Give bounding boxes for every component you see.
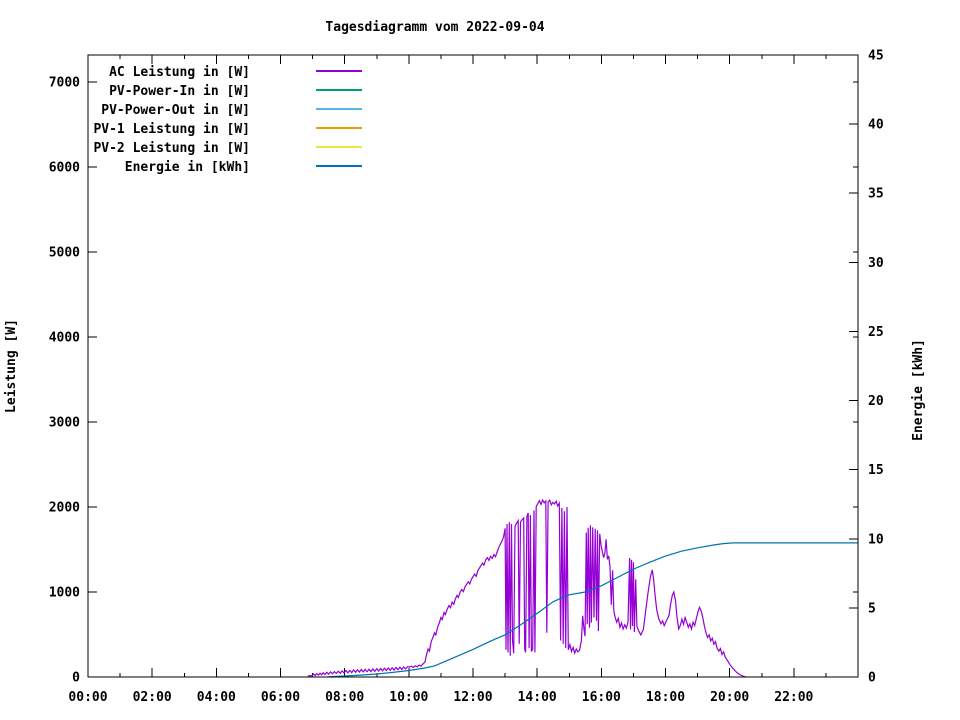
chart-page: Tagesdiagramm vom 2022-09-04 Leistung [W…: [0, 0, 960, 720]
y-tick-label: 3000: [49, 416, 80, 431]
y-tick-label: 7000: [49, 76, 80, 91]
x-tick-label: 18:00: [646, 690, 685, 705]
x-tick-label: 04:00: [197, 690, 236, 705]
x-tick-label: 10:00: [389, 690, 428, 705]
chart-title: Tagesdiagramm vom 2022-09-04: [325, 20, 544, 35]
y-tick-label: 1000: [49, 586, 80, 601]
x-tick-label: 12:00: [453, 690, 492, 705]
daily-pv-chart: Tagesdiagramm vom 2022-09-04 Leistung [W…: [4, 20, 926, 705]
x-tick-label: 00:00: [68, 690, 107, 705]
y2-tick-label: 30: [868, 256, 884, 271]
legend-label-ac-leistung-in-w: AC Leistung in [W]: [109, 65, 250, 80]
x-tick-label: 02:00: [133, 690, 172, 705]
y-axis-label: Leistung [W]: [4, 319, 19, 413]
legend: AC Leistung in [W] PV-Power-In in [W] PV-P…: [93, 65, 362, 175]
legend-label-pv-2-leistung-in-w: PV-2 Leistung in [W]: [93, 141, 250, 156]
y2-tick-label: 10: [868, 532, 884, 547]
y2-tick-label: 20: [868, 394, 884, 409]
y2-tick-label: 40: [868, 118, 884, 133]
y2-tick-label: 0: [868, 671, 876, 686]
y2-tick-label: 5: [868, 601, 876, 616]
x-tick-label: 20:00: [710, 690, 749, 705]
x-tick-label: 06:00: [261, 690, 300, 705]
y-tick-label: 6000: [49, 161, 80, 176]
y2-tick-label: 45: [868, 49, 884, 64]
y-tick-label: 4000: [49, 331, 80, 346]
y2-tick-label: 35: [868, 187, 884, 202]
x-tick-label: 14:00: [518, 690, 557, 705]
y-tick-label: 5000: [49, 246, 80, 261]
y2-tick-label: 15: [868, 463, 884, 478]
legend-label-energie-in-kwh: Energie in [kWh]: [125, 160, 250, 175]
legend-label-pv-power-in-in-w: PV-Power-In in [W]: [109, 84, 250, 99]
y-tick-label: 0: [72, 671, 80, 686]
series-lines: [307, 498, 858, 678]
y2-axis-label: Energie [kWh]: [911, 339, 926, 441]
x-tick-label: 08:00: [325, 690, 364, 705]
legend-label-pv-power-out-in-w: PV-Power-Out in [W]: [101, 103, 250, 118]
y2-tick-label: 25: [868, 325, 884, 340]
x-tick-label: 22:00: [774, 690, 813, 705]
y-tick-label: 2000: [49, 501, 80, 516]
series-line-ac-leistung-in-w: [307, 498, 746, 678]
legend-label-pv-1-leistung-in-w: PV-1 Leistung in [W]: [93, 122, 250, 137]
x-tick-label: 16:00: [582, 690, 621, 705]
